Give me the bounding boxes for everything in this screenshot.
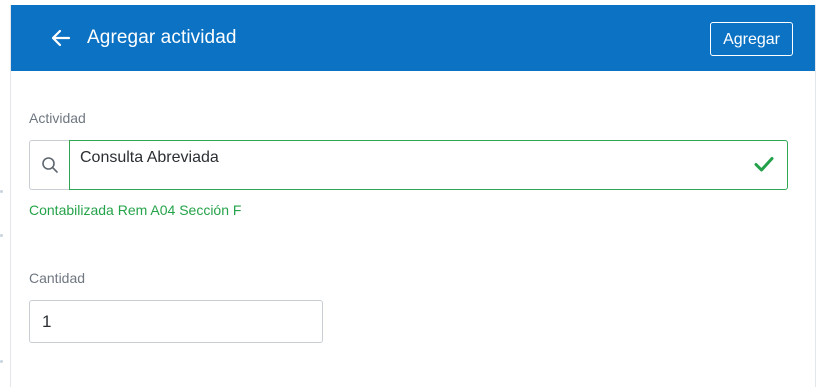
actividad-input[interactable]: Consulta Abreviada — [69, 140, 788, 190]
arrow-left-icon[interactable] — [49, 26, 73, 50]
app-frame: Agregar actividad Agregar Actividad Cons… — [0, 0, 819, 387]
actividad-helper-text: Contabilizada Rem A04 Sección F — [29, 202, 242, 218]
actividad-value: Consulta Abreviada — [80, 149, 219, 166]
page-title: Agregar actividad — [87, 27, 237, 48]
gutter-dot — [0, 190, 3, 193]
actividad-label: Actividad — [29, 110, 86, 126]
cantidad-input[interactable]: 1 — [29, 300, 323, 343]
actividad-search-field[interactable]: Consulta Abreviada — [29, 140, 788, 190]
search-icon[interactable] — [29, 140, 69, 190]
gutter-dot — [0, 234, 3, 237]
gutter-dot — [0, 360, 3, 363]
add-activity-panel: Agregar actividad Agregar Actividad Cons… — [10, 5, 816, 387]
header-bar: Agregar actividad Agregar — [11, 5, 815, 71]
check-icon — [753, 153, 775, 175]
cantidad-label: Cantidad — [29, 270, 86, 286]
add-button[interactable]: Agregar — [710, 22, 793, 56]
